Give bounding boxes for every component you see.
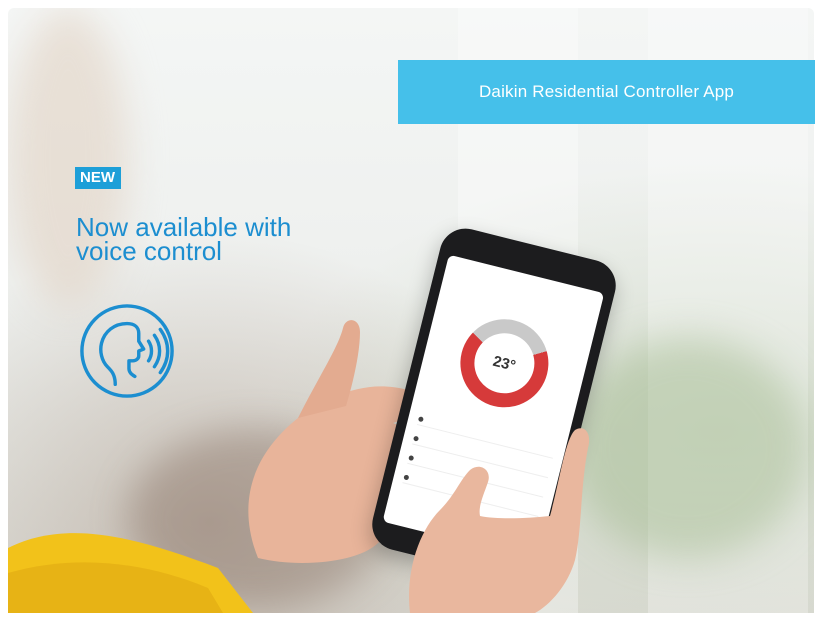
headline-line-2: voice control: [76, 236, 222, 266]
banner-label: Daikin Residential Controller App: [478, 82, 735, 101]
headline: Now available with voice control: [76, 214, 376, 266]
temperature-dial: 23°: [451, 309, 558, 417]
promo-page: Daikin Residential Controller App NEW No…: [0, 0, 822, 621]
temperature-readout: 23°: [491, 352, 518, 375]
new-badge: NEW: [75, 167, 121, 189]
voice-control-icon: [80, 304, 174, 398]
holding-hand: [409, 428, 590, 613]
app-title-banner: Daikin Residential Controller App: [398, 60, 815, 124]
status-bar: [446, 255, 604, 306]
